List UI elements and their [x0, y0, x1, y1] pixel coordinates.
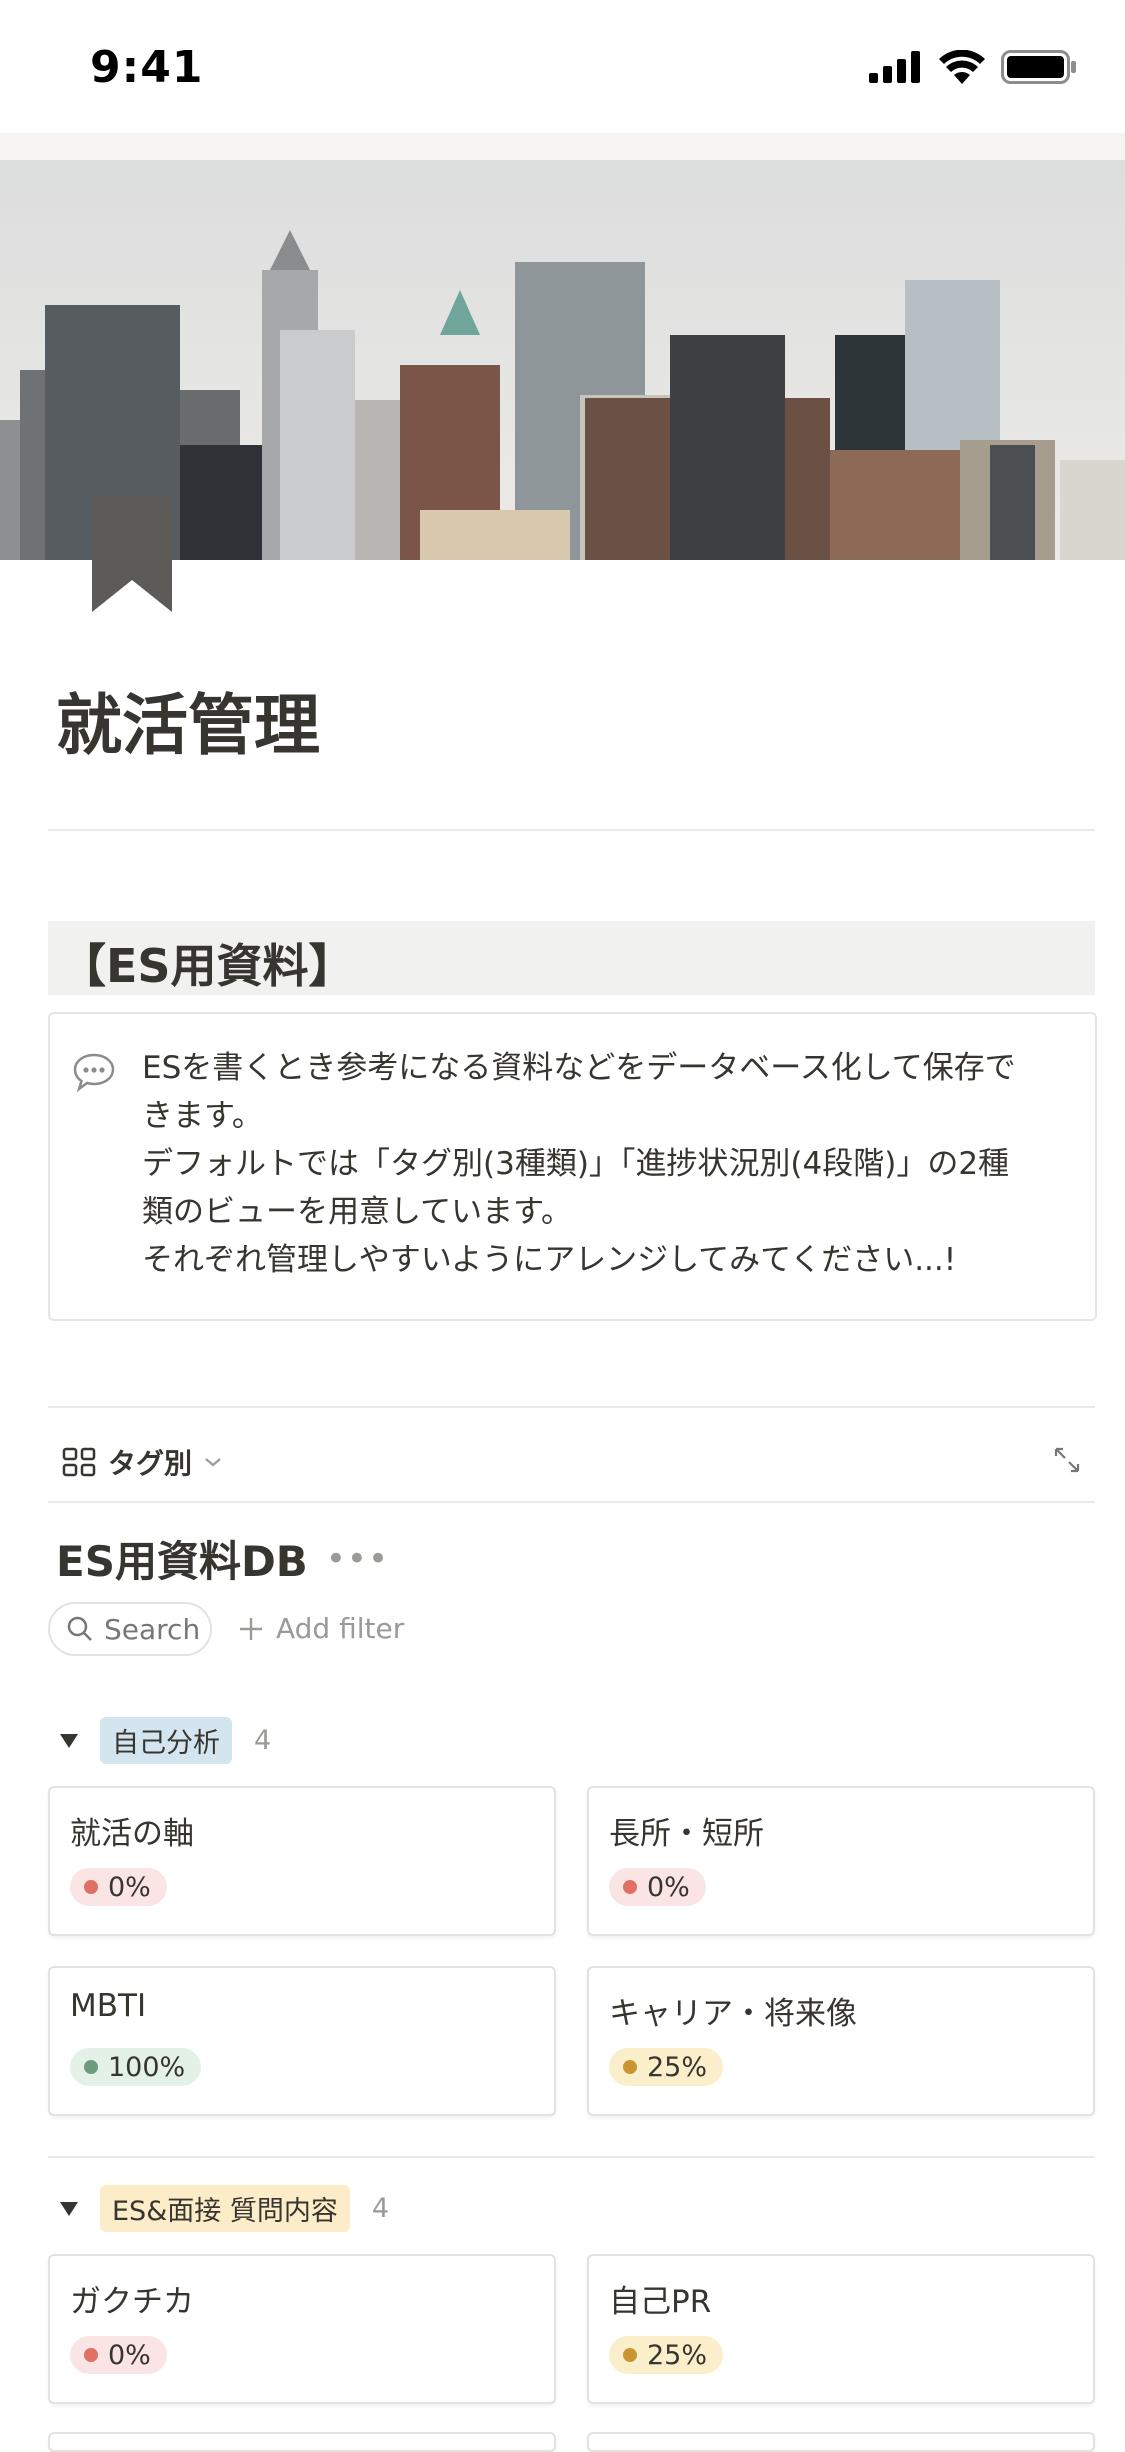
group-tag: ES&面接 質問内容: [100, 2185, 350, 2232]
chevron-down-icon: [205, 1458, 221, 1467]
callout-line: それぞれ管理しやすいようにアレンジしてみてください...!: [142, 1242, 957, 1278]
progress-value: 25%: [647, 2051, 708, 2083]
divider: [48, 1501, 1095, 1503]
gallery-card[interactable]: [48, 2432, 556, 2452]
toggle-triangle-icon[interactable]: [60, 1733, 78, 1748]
divider: [48, 1406, 1095, 1408]
status-dot-icon: [623, 2348, 637, 2362]
progress-badge: 0%: [609, 1868, 706, 1906]
status-bar: 9:41: [0, 0, 1125, 133]
section-heading: 【ES用資料】: [60, 939, 355, 993]
add-filter-label: Add filter: [276, 1612, 405, 1645]
card-title: 就活の軸: [70, 1816, 194, 1852]
gallery-card[interactable]: MBTI 100%: [48, 1966, 556, 2116]
battery-icon: [1001, 50, 1076, 84]
progress-badge: 100%: [70, 2048, 202, 2086]
divider: [48, 829, 1095, 831]
group-count: 4: [254, 1725, 272, 1756]
database-title-row: ES用資料DB •••: [56, 1528, 389, 1589]
group-header[interactable]: ES&面接 質問内容 4: [60, 2185, 389, 2232]
divider: [48, 2156, 1095, 2158]
gallery-view-icon: [62, 1447, 96, 1477]
group-tag: 自己分析: [100, 1717, 232, 1764]
progress-value: 0%: [108, 2339, 151, 2371]
callout-line: ESを書くとき参考になる資料などをデータベース化して保存で: [142, 1050, 1016, 1086]
status-icons: [869, 50, 1077, 84]
top-strip: [0, 133, 1125, 160]
group-header[interactable]: 自己分析 4: [60, 1717, 271, 1764]
gallery-card[interactable]: キャリア・将来像 25%: [587, 1966, 1095, 2116]
database-view-bar: タグ別: [48, 1420, 1095, 1500]
callout-block: ESを書くとき参考になる資料などをデータベース化して保存で きます。 デフォルト…: [48, 1012, 1097, 1321]
progress-value: 100%: [108, 2051, 186, 2083]
progress-value: 0%: [108, 1871, 151, 1903]
card-title: キャリア・将来像: [609, 1996, 857, 2032]
status-dot-icon: [84, 2060, 98, 2074]
group-count: 4: [371, 2193, 390, 2224]
speech-bubble-icon: [73, 1053, 115, 1092]
status-dot-icon: [623, 2060, 637, 2074]
gallery-card[interactable]: 就活の軸 0%: [48, 1786, 556, 1936]
more-options-icon[interactable]: •••: [326, 1539, 389, 1579]
callout-line: きます。: [142, 1098, 263, 1134]
cellular-signal-icon: [869, 51, 920, 83]
callout-line: デフォルトでは「タグ別(3種類)」「進捗状況別(4段階)」の2種: [142, 1146, 1010, 1182]
gallery-card[interactable]: 長所・短所 0%: [587, 1786, 1095, 1936]
card-title: ガクチカ: [70, 2284, 194, 2320]
database-title[interactable]: ES用資料DB: [56, 1528, 308, 1589]
callout-line: 類のビューを用意しています。: [142, 1194, 572, 1230]
progress-badge: 25%: [609, 2048, 724, 2086]
toggle-triangle-icon[interactable]: [60, 2201, 78, 2216]
gallery-card[interactable]: ガクチカ 0%: [48, 2254, 556, 2404]
progress-badge: 0%: [70, 1868, 167, 1906]
status-dot-icon: [623, 1880, 637, 1894]
status-dot-icon: [84, 1880, 98, 1894]
status-dot-icon: [84, 2348, 98, 2362]
view-selector[interactable]: タグ別: [62, 1442, 222, 1482]
expand-icon[interactable]: [1053, 1446, 1081, 1474]
gallery-card[interactable]: [587, 2432, 1095, 2452]
add-filter-button[interactable]: Add filter: [238, 1612, 404, 1645]
progress-badge: 25%: [609, 2336, 724, 2374]
view-label: タグ別: [108, 1447, 193, 1480]
plus-icon: [240, 1617, 262, 1640]
search-label: Search: [104, 1612, 201, 1646]
bookmark-icon[interactable]: [92, 496, 172, 612]
card-title: 長所・短所: [609, 1816, 764, 1852]
gallery-card[interactable]: 自己PR 25%: [587, 2254, 1095, 2404]
search-button[interactable]: Search: [48, 1602, 212, 1656]
progress-badge: 0%: [70, 2336, 167, 2374]
search-icon: [67, 1616, 92, 1641]
section-heading-block: 【ES用資料】: [48, 921, 1095, 995]
progress-value: 0%: [647, 1871, 690, 1903]
wifi-icon: [939, 50, 985, 84]
callout-text: ESを書くとき参考になる資料などをデータベース化して保存で きます。 デフォルト…: [142, 1044, 1062, 1284]
page-title: 就活管理: [56, 687, 320, 764]
status-time: 9:41: [90, 42, 204, 93]
progress-value: 25%: [647, 2339, 708, 2371]
card-title: MBTI: [70, 1988, 147, 2024]
card-title: 自己PR: [609, 2284, 712, 2320]
